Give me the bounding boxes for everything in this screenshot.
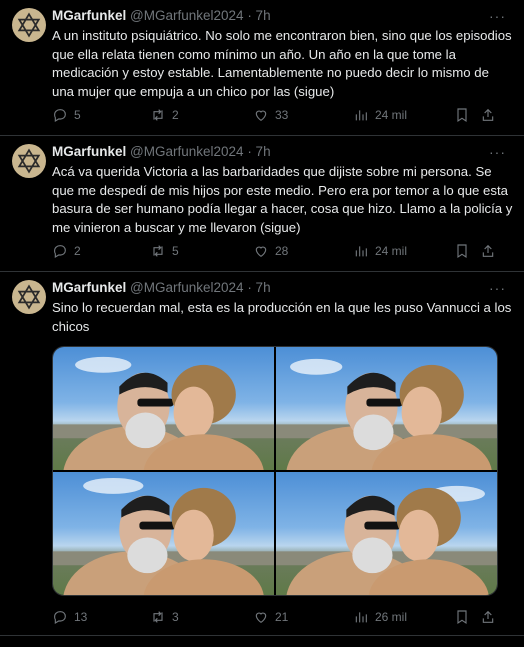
views-icon (355, 110, 367, 121)
star-of-david-icon (17, 284, 41, 310)
repost-button[interactable]: 5 (150, 243, 179, 259)
media-photo[interactable] (276, 472, 497, 595)
reply-count: 5 (74, 108, 81, 122)
like-button[interactable]: 33 (253, 107, 288, 123)
share-icon (482, 610, 494, 623)
media-grid (52, 346, 498, 596)
author-name[interactable]: MGarfunkel (52, 280, 126, 295)
views-button[interactable]: 24 mil (353, 243, 407, 259)
media-photo[interactable] (276, 347, 497, 470)
bookmark-icon (457, 244, 467, 259)
views-button[interactable]: 24 mil (353, 107, 407, 123)
view-count: 24 mil (375, 244, 408, 258)
views-icon (355, 246, 367, 257)
tweet-text: Sino lo recuerdan mal, esta es la produc… (52, 300, 512, 334)
star-of-david-icon (17, 12, 41, 38)
views-button[interactable]: 26 mil (353, 609, 407, 625)
repost-icon (153, 611, 163, 623)
tweet-actions: 13 3 21 26 mil (52, 609, 502, 627)
like-icon (255, 612, 267, 624)
author-handle[interactable]: @MGarfunkel2024 (130, 280, 244, 295)
share-button[interactable] (480, 609, 496, 625)
like-count: 33 (275, 108, 289, 122)
view-count: 24 mil (375, 108, 408, 122)
views-icon (355, 612, 367, 623)
reply-button[interactable]: 2 (52, 243, 81, 259)
reply-icon (54, 245, 66, 259)
timestamp[interactable]: · 7h (247, 280, 270, 295)
more-options-icon[interactable]: ··· (489, 144, 506, 160)
repost-button[interactable]: 3 (150, 609, 179, 625)
share-icon (482, 108, 494, 121)
avatar[interactable] (12, 8, 46, 42)
tweet[interactable]: MGarfunkel @MGarfunkel2024 · 7h ··· Acá … (0, 136, 524, 272)
like-icon (255, 110, 267, 122)
repost-count: 3 (172, 610, 179, 624)
bookmark-button[interactable] (454, 243, 470, 259)
bookmark-icon (457, 108, 467, 123)
repost-button[interactable]: 2 (150, 107, 179, 123)
more-options-icon[interactable]: ··· (489, 8, 506, 24)
tweet[interactable]: MGarfunkel @MGarfunkel2024 · 7h ··· Sino… (0, 272, 524, 636)
like-icon (255, 246, 267, 258)
bookmark-button[interactable] (454, 107, 470, 123)
media-photo[interactable] (53, 347, 274, 470)
star-of-david-icon (17, 148, 41, 174)
share-icon (482, 244, 494, 257)
reply-icon (54, 611, 66, 625)
photo-illustration (53, 356, 274, 470)
author-name[interactable]: MGarfunkel (52, 8, 126, 23)
like-button[interactable]: 28 (253, 243, 288, 259)
tweet-header: MGarfunkel @MGarfunkel2024 · 7h (52, 280, 271, 295)
photo-illustration (276, 485, 497, 595)
tweet-header: MGarfunkel @MGarfunkel2024 · 7h (52, 144, 271, 159)
timestamp[interactable]: · 7h (247, 144, 270, 159)
timestamp[interactable]: · 7h (247, 8, 270, 23)
photo-illustration (276, 358, 497, 470)
author-name[interactable]: MGarfunkel (52, 144, 126, 159)
author-handle[interactable]: @MGarfunkel2024 (130, 8, 244, 23)
avatar[interactable] (12, 280, 46, 314)
media-photo[interactable] (53, 472, 274, 595)
view-count: 26 mil (375, 610, 408, 624)
like-button[interactable]: 21 (253, 609, 288, 625)
bookmark-button[interactable] (454, 609, 470, 625)
share-button[interactable] (480, 107, 496, 123)
share-button[interactable] (480, 243, 496, 259)
tweet-header: MGarfunkel @MGarfunkel2024 · 7h (52, 8, 271, 23)
repost-icon (153, 245, 163, 257)
repost-count: 5 (172, 244, 179, 258)
tweet-text: A un instituto psiquiátrico. No solo me … (52, 28, 512, 99)
photo-illustration (53, 477, 274, 595)
author-handle[interactable]: @MGarfunkel2024 (130, 144, 244, 159)
more-options-icon[interactable]: ··· (489, 280, 506, 296)
avatar[interactable] (12, 144, 46, 178)
tweet-actions: 2 5 28 24 mil (52, 243, 502, 261)
bookmark-icon (457, 610, 467, 625)
like-count: 28 (275, 244, 289, 258)
reply-icon (54, 109, 66, 123)
reply-count: 2 (74, 244, 81, 258)
like-count: 21 (275, 610, 289, 624)
tweet-actions: 5 2 33 24 mil (52, 107, 502, 125)
reply-button[interactable]: 5 (52, 107, 81, 123)
tweet[interactable]: MGarfunkel @MGarfunkel2024 · 7h ··· A un… (0, 0, 524, 136)
tweet-text: Acá va querida Victoria a las barbaridad… (52, 164, 513, 235)
repost-icon (153, 109, 163, 121)
reply-button[interactable]: 13 (52, 609, 87, 625)
repost-count: 2 (172, 108, 179, 122)
reply-count: 13 (74, 610, 88, 624)
